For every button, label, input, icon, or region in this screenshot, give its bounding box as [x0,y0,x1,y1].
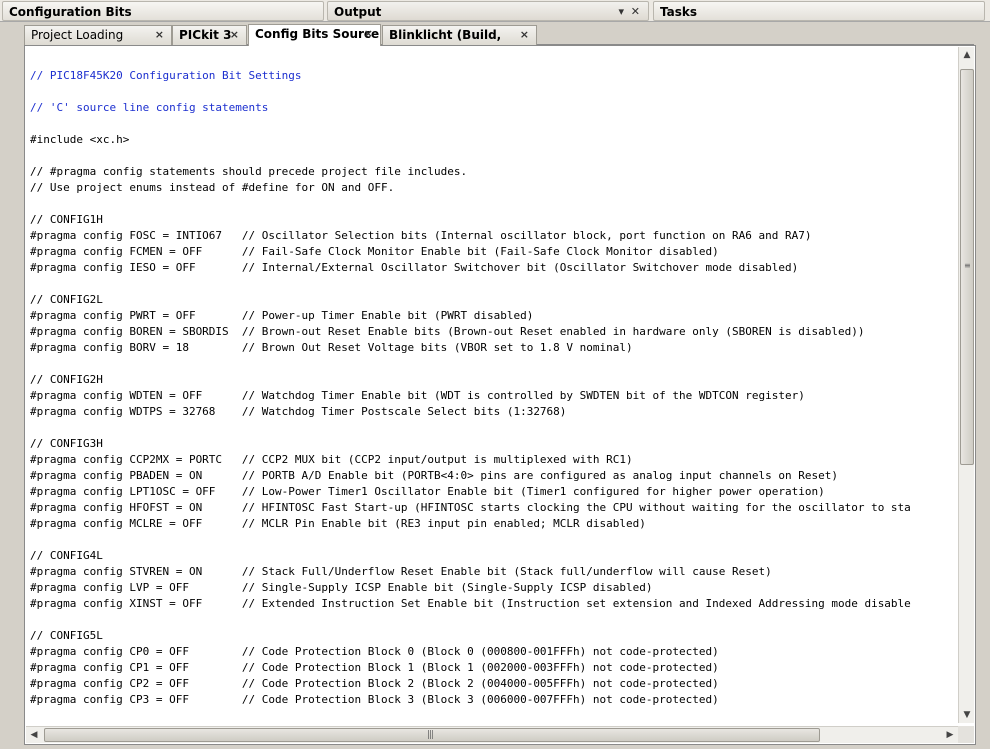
panel-tab-tasks[interactable]: Tasks [653,1,985,21]
code-line: // #pragma config statements should prec… [30,165,468,178]
code-line: // CONFIG4L [30,549,103,562]
tab-close-icon[interactable]: × [155,26,164,44]
panel-title-configuration-bits: Configuration Bits [9,5,132,19]
vertical-scrollbar[interactable]: ▲ ≡ ▼ [958,47,974,723]
panel-title-tasks: Tasks [660,5,698,19]
tab-pickit3[interactable]: PICkit 3 × [172,25,247,45]
code-line: #pragma config LPT1OSC = OFF // Low-Powe… [30,485,825,498]
tab-label: Config Bits Source [255,27,380,41]
code-line: // Use project enums instead of #define … [30,181,395,194]
grip-icon: ≡ [964,261,971,270]
code-line: #pragma config FOSC = INTIO67 // Oscilla… [30,229,812,242]
code-line: #pragma config WDTPS = 32768 // Watchdog… [30,405,567,418]
horizontal-scroll-thumb[interactable]: ||| [44,728,820,742]
code-line: #pragma config CCP2MX = PORTC // CCP2 MU… [30,453,633,466]
code-line: #pragma config LVP = OFF // Single-Suppl… [30,581,653,594]
tab-config-bits-source[interactable]: Config Bits Source × [248,24,381,46]
scroll-down-icon[interactable]: ▼ [959,707,975,723]
code-line: #pragma config CP0 = OFF // Code Protect… [30,645,719,658]
code-line: // 'C' source line config statements [30,101,269,114]
scroll-right-icon[interactable]: ▶ [942,727,958,743]
code-line: #pragma config CP2 = OFF // Code Protect… [30,677,719,690]
code-line: #pragma config PBADEN = ON // PORTB A/D … [30,469,838,482]
code-line: // CONFIG1H [30,213,103,226]
config-bits-source-view[interactable]: // PIC18F45K20 Configuration Bit Setting… [24,45,976,745]
tab-project-loading-warning[interactable]: Project Loading Warning × [24,25,172,60]
code-line: #pragma config PWRT = OFF // Power-up Ti… [30,309,534,322]
vertical-scroll-thumb[interactable]: ≡ [960,69,974,465]
code-line: #pragma config HFOFST = ON // HFINTOSC F… [30,501,911,514]
code-line: #pragma config XINST = OFF // Extended I… [30,597,911,610]
panel-title-output: Output [334,5,382,19]
tab-blinklicht-build-load[interactable]: Blinklicht (Build, Load) × [382,25,537,60]
close-icon[interactable]: ✕ [631,2,640,22]
code-line: #pragma config CP1 = OFF // Code Protect… [30,661,719,674]
code-line: #pragma config BOREN = SBORDIS // Brown-… [30,325,865,338]
panel-tab-configuration-bits[interactable]: Configuration Bits [2,1,324,21]
scroll-left-icon[interactable]: ◀ [26,727,42,743]
code-line: #include <xc.h> [30,133,130,146]
tab-label: PICkit 3 [179,28,232,42]
grip-icon: ||| [427,730,434,740]
minimize-icon[interactable]: ▾ [618,2,624,22]
code-line: #pragma config IESO = OFF // Internal/Ex… [30,261,799,274]
code-line: // CONFIG2H [30,373,103,386]
tab-close-icon[interactable]: × [230,26,239,44]
scroll-up-icon[interactable]: ▲ [959,47,975,63]
code-line: // CONFIG3H [30,437,103,450]
code-line: #pragma config FCMEN = OFF // Fail-Safe … [30,245,719,258]
source-code-area[interactable]: // PIC18F45K20 Configuration Bit Setting… [30,68,958,724]
code-line: #pragma config STVREN = ON // Stack Full… [30,565,772,578]
code-line: #pragma config MCLRE = OFF // MCLR Pin E… [30,517,646,530]
panel-header-strip: Configuration Bits Output ▾ ✕ Tasks [0,0,990,22]
tab-close-icon[interactable]: × [364,25,373,43]
code-line: // PIC18F45K20 Configuration Bit Setting… [30,69,302,82]
code-line: #pragma config BORV = 18 // Brown Out Re… [30,341,633,354]
output-tab-bar: Project Loading Warning × PICkit 3 × Con… [24,24,974,60]
code-line: // CONFIG5L [30,629,103,642]
tab-close-icon[interactable]: × [520,26,529,44]
panel-tab-output[interactable]: Output ▾ ✕ [327,1,649,21]
horizontal-scrollbar[interactable]: ◀ ||| ▶ [26,726,958,743]
code-line: #pragma config CP3 = OFF // Code Protect… [30,693,719,706]
code-line: #pragma config WDTEN = OFF // Watchdog T… [30,389,805,402]
scrollbar-corner [958,726,974,743]
code-line: // CONFIG2L [30,293,103,306]
